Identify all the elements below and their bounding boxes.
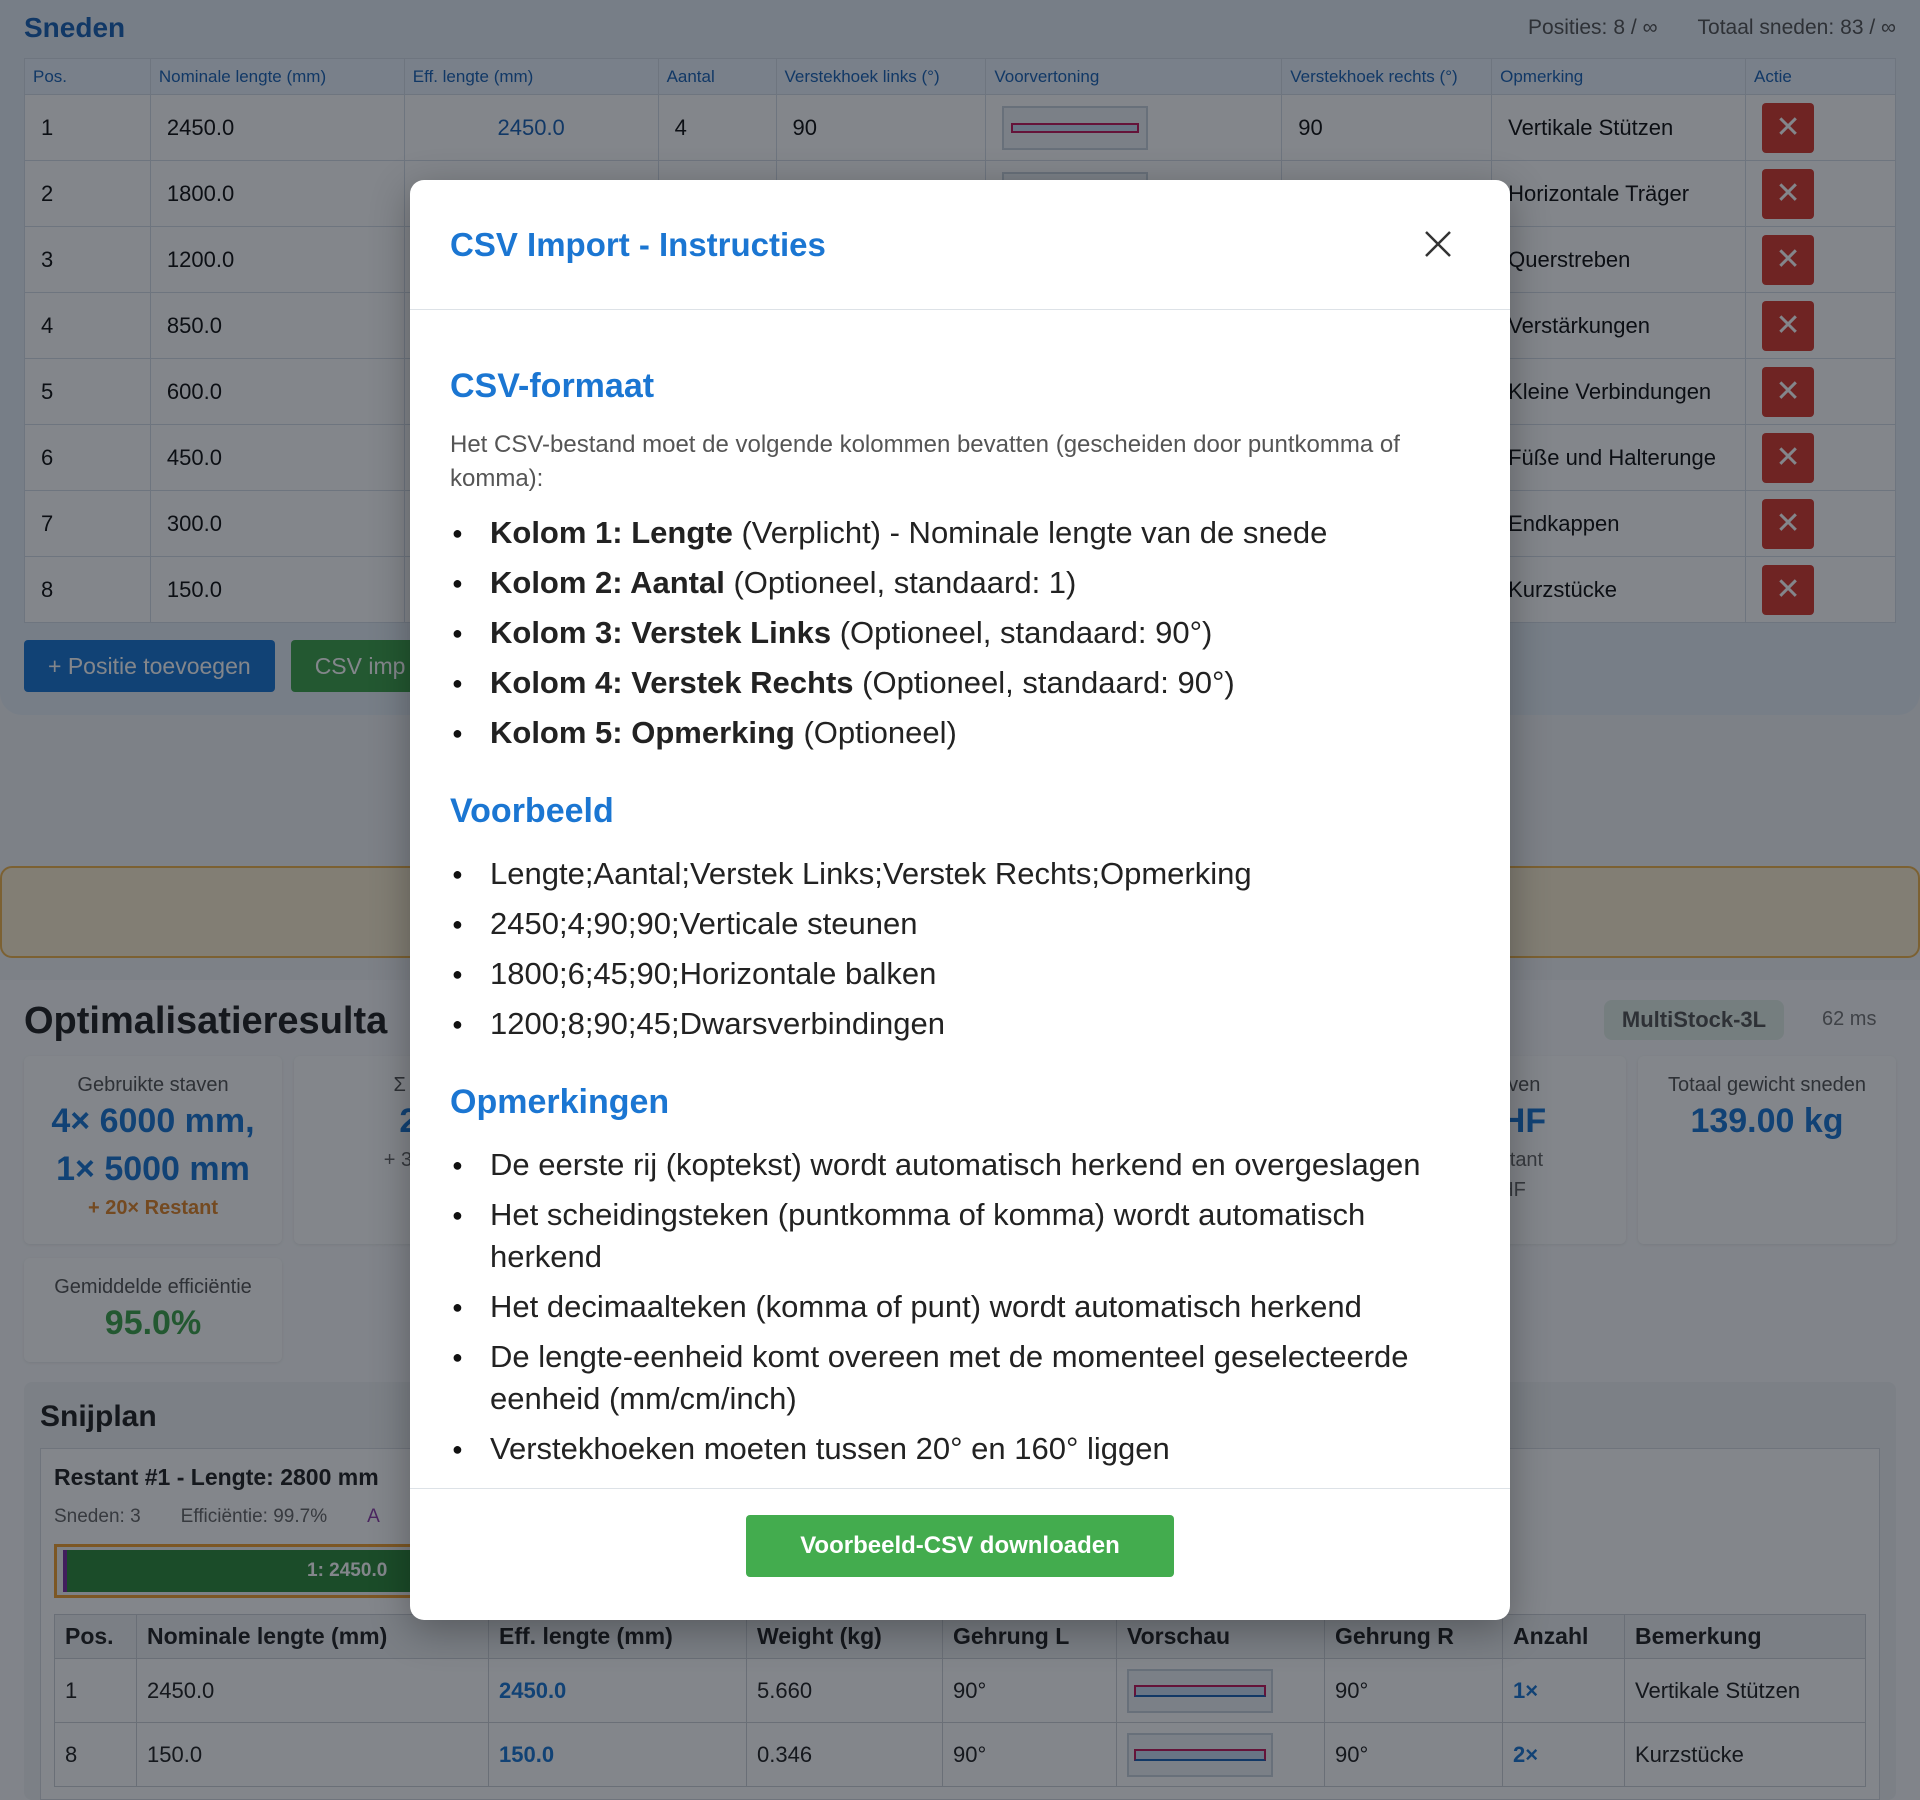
list-item: Kolom 4: Verstek Rechts (Optioneel, stan… — [450, 662, 1470, 704]
column-desc: (Optioneel) — [794, 715, 957, 750]
list-item: Kolom 5: Opmerking (Optioneel) — [450, 712, 1470, 754]
column-desc: (Optioneel, standaard: 90°) — [831, 615, 1213, 650]
list-item: De eerste rij (koptekst) wordt automatis… — [450, 1144, 1470, 1186]
column-name: Kolom 5: Opmerking — [490, 715, 795, 750]
csv-format-intro: Het CSV-bestand moet de volgende kolomme… — [450, 431, 1400, 492]
csv-format-heading: CSV-formaat — [450, 367, 655, 405]
list-item: Het scheidingsteken (puntkomma of komma)… — [450, 1194, 1470, 1278]
column-name: Kolom 2: Aantal — [490, 565, 725, 600]
close-icon[interactable] — [1418, 224, 1458, 264]
list-item: 1200;8;90;45;Dwarsverbindingen — [450, 1003, 1470, 1045]
modal-body[interactable]: CSV-formaat Het CSV-bestand moet de volg… — [410, 311, 1510, 1488]
column-desc: (Optioneel, standaard: 90°) — [853, 665, 1235, 700]
app-root: Sneden Posities: 8 / ∞ Totaal sneden: 83… — [0, 0, 1920, 1800]
notes-heading: Opmerkingen — [450, 1083, 670, 1121]
modal-title: CSV Import - Instructies — [450, 226, 826, 263]
csv-import-modal: CSV Import - Instructies CSV-formaat Het… — [410, 180, 1510, 1620]
modal-header: CSV Import - Instructies — [410, 180, 1510, 310]
column-desc: (Optioneel, standaard: 1) — [724, 565, 1077, 600]
list-item: Het decimaalteken (komma of punt) wordt … — [450, 1286, 1470, 1328]
notes-list: De eerste rij (koptekst) wordt automatis… — [450, 1144, 1470, 1470]
list-item: Verstekhoeken moeten tussen 20° en 160° … — [450, 1428, 1470, 1470]
list-item: Lengte;Aantal;Verstek Links;Verstek Rech… — [450, 853, 1470, 895]
modal-footer: Voorbeeld-CSV downloaden — [410, 1488, 1510, 1620]
column-name: Kolom 4: Verstek Rechts — [490, 665, 854, 700]
column-desc: (Verplicht) - Nominale lengte van de sne… — [732, 515, 1328, 550]
list-item: 2450;4;90;90;Verticale steunen — [450, 903, 1470, 945]
list-item: Kolom 2: Aantal (Optioneel, standaard: 1… — [450, 562, 1470, 604]
list-item: 1800;6;45;90;Horizontale balken — [450, 953, 1470, 995]
download-example-csv-button[interactable]: Voorbeeld-CSV downloaden — [746, 1515, 1174, 1577]
column-name: Kolom 3: Verstek Links — [490, 615, 832, 650]
example-heading: Voorbeeld — [450, 792, 614, 830]
list-item: Kolom 3: Verstek Links (Optioneel, stand… — [450, 612, 1470, 654]
column-list: Kolom 1: Lengte (Verplicht) - Nominale l… — [450, 512, 1470, 754]
example-list: Lengte;Aantal;Verstek Links;Verstek Rech… — [450, 853, 1470, 1045]
list-item: Kolom 1: Lengte (Verplicht) - Nominale l… — [450, 512, 1470, 554]
list-item: De lengte-eenheid komt overeen met de mo… — [450, 1336, 1470, 1420]
column-name: Kolom 1: Lengte — [490, 515, 733, 550]
